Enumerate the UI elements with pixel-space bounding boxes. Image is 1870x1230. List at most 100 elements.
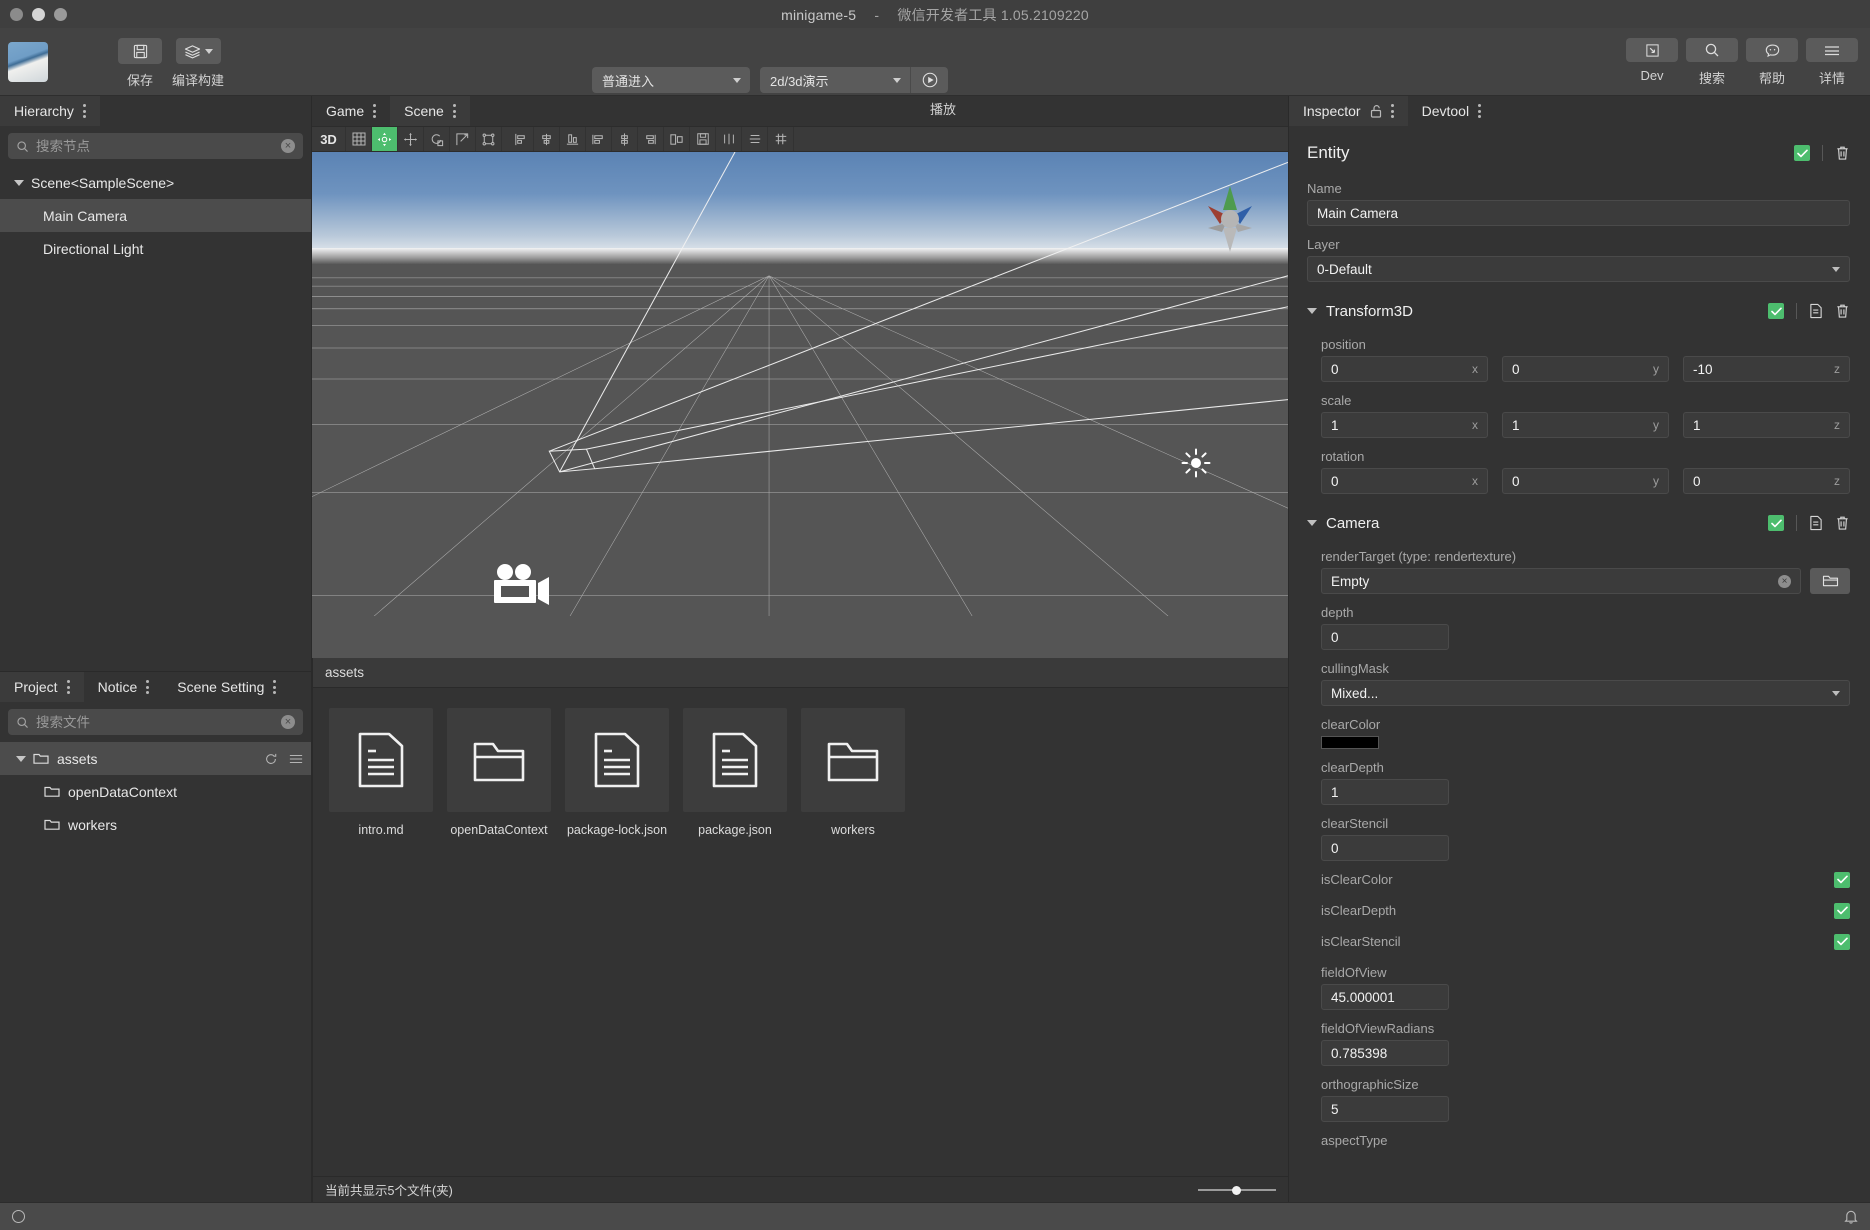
rotation-z-field[interactable]: 0 z xyxy=(1683,468,1850,494)
is-clear-depth-checkbox[interactable] xyxy=(1834,902,1850,919)
scale-z-field[interactable]: 1 z xyxy=(1683,412,1850,438)
tree-node-scene[interactable]: Scene<SampleScene> xyxy=(0,166,311,199)
project-search[interactable]: × xyxy=(8,709,303,735)
entity-layer-select[interactable]: 0-Default xyxy=(1307,256,1850,282)
clear-stencil-field[interactable]: 0 xyxy=(1321,835,1449,861)
chevron-down-icon[interactable] xyxy=(1307,520,1317,526)
project-node-assets[interactable]: assets xyxy=(0,742,311,775)
rect-transform-icon[interactable] xyxy=(476,127,502,151)
entity-name-field[interactable]: Main Camera xyxy=(1307,200,1850,226)
asset-item[interactable]: openDataContext xyxy=(447,708,551,837)
entry-mode-select[interactable]: 普通进入 xyxy=(592,67,750,93)
align-bottom-edge-icon[interactable] xyxy=(560,127,586,151)
browse-render-target-button[interactable] xyxy=(1810,568,1850,594)
chevron-down-icon[interactable] xyxy=(14,179,24,186)
help-button[interactable]: 帮助 xyxy=(1746,38,1798,87)
camera-doc-icon[interactable] xyxy=(1809,515,1823,531)
tree-node-main-camera[interactable]: Main Camera xyxy=(0,199,311,232)
hierarchy-search[interactable]: × xyxy=(8,133,303,159)
save-button[interactable]: 保存 xyxy=(118,38,162,89)
hamburger-icon[interactable] xyxy=(289,753,303,765)
delete-transform-icon[interactable] xyxy=(1835,303,1850,319)
rotation-y-field[interactable]: 0 y xyxy=(1502,468,1669,494)
clear-icon[interactable]: × xyxy=(281,139,295,153)
align-left-edge-icon[interactable] xyxy=(508,127,534,151)
is-clear-color-checkbox[interactable] xyxy=(1834,871,1850,888)
grid-toggle-icon[interactable] xyxy=(346,127,372,151)
scale-y-field[interactable]: 1 y xyxy=(1502,412,1669,438)
clear-color-swatch[interactable] xyxy=(1321,736,1379,749)
position-y-field[interactable]: 0 y xyxy=(1502,356,1669,382)
lock-icon[interactable] xyxy=(1370,104,1382,118)
devtool-menu-icon[interactable] xyxy=(1478,104,1482,118)
position-x-field[interactable]: 0 x xyxy=(1321,356,1488,382)
hierarchy-menu-icon[interactable] xyxy=(82,104,86,118)
tab-scene-setting[interactable]: Scene Setting xyxy=(163,672,290,702)
align-center-vertical-icon[interactable] xyxy=(612,127,638,151)
delete-camera-icon[interactable] xyxy=(1835,515,1850,531)
search-button[interactable]: 搜索 xyxy=(1686,38,1738,87)
camera-icon[interactable] xyxy=(492,563,550,605)
transform-doc-icon[interactable] xyxy=(1809,303,1823,319)
tab-scene[interactable]: Scene xyxy=(390,96,470,126)
asset-item[interactable]: workers xyxy=(801,708,905,837)
rows-icon[interactable] xyxy=(742,127,768,151)
move-gizmo-icon[interactable] xyxy=(372,127,398,151)
rotate-gizmo-icon[interactable] xyxy=(424,127,450,151)
axis-gizmo[interactable] xyxy=(1194,180,1266,258)
asset-item[interactable]: intro.md xyxy=(329,708,433,837)
bell-icon[interactable] xyxy=(1844,1209,1858,1224)
orthographic-size-field[interactable]: 5 xyxy=(1321,1096,1449,1122)
hierarchy-search-input[interactable] xyxy=(36,138,274,154)
play-button[interactable] xyxy=(910,67,948,93)
toggle-3d-button[interactable]: 3D xyxy=(312,127,346,151)
transform-enabled-checkbox[interactable] xyxy=(1768,303,1784,319)
depth-field[interactable]: 0 xyxy=(1321,624,1449,650)
scene-viewport[interactable] xyxy=(312,152,1288,658)
tree-node-directional-light[interactable]: Directional Light xyxy=(0,232,311,265)
scene-select[interactable]: 2d/3d演示 xyxy=(760,67,910,93)
clear-icon[interactable]: × xyxy=(281,715,295,729)
details-button[interactable]: 详情 xyxy=(1806,38,1858,87)
tab-devtool[interactable]: Devtool xyxy=(1408,96,1495,126)
grid-snap-icon[interactable] xyxy=(768,127,794,151)
chevron-down-icon[interactable] xyxy=(1307,308,1317,314)
culling-mask-select[interactable]: Mixed... xyxy=(1321,680,1850,706)
field-of-view-field[interactable]: 45.000001 xyxy=(1321,984,1449,1010)
render-target-field[interactable]: Empty × xyxy=(1321,568,1801,594)
scale-x-field[interactable]: 1 x xyxy=(1321,412,1488,438)
game-menu-icon[interactable] xyxy=(373,104,377,118)
columns-icon[interactable] xyxy=(716,127,742,151)
project-menu-icon[interactable] xyxy=(66,680,70,694)
align-left-icon[interactable] xyxy=(586,127,612,151)
scene-setting-menu-icon[interactable] xyxy=(273,680,277,694)
entity-enabled-checkbox[interactable] xyxy=(1794,145,1810,161)
position-z-field[interactable]: -10 z xyxy=(1683,356,1850,382)
rotation-x-field[interactable]: 0 x xyxy=(1321,468,1488,494)
dev-button[interactable]: Dev xyxy=(1626,38,1678,87)
notice-menu-icon[interactable] xyxy=(146,680,150,694)
project-node-opendatacontext[interactable]: openDataContext xyxy=(0,775,311,808)
align-center-horizontal-icon[interactable] xyxy=(534,127,560,151)
refresh-icon[interactable] xyxy=(264,752,278,766)
tab-inspector[interactable]: Inspector xyxy=(1289,96,1408,126)
asset-item[interactable]: package.json xyxy=(683,708,787,837)
tab-hierarchy[interactable]: Hierarchy xyxy=(0,96,100,126)
field-of-view-radians-field[interactable]: 0.785398 xyxy=(1321,1040,1449,1066)
sun-icon[interactable] xyxy=(1180,447,1212,479)
pan-gizmo-icon[interactable] xyxy=(398,127,424,151)
project-node-workers[interactable]: workers xyxy=(0,808,311,841)
distribute-icon[interactable] xyxy=(664,127,690,151)
save-layout-icon[interactable] xyxy=(690,127,716,151)
slider-knob[interactable] xyxy=(1232,1185,1242,1195)
delete-entity-icon[interactable] xyxy=(1835,145,1850,161)
clear-icon[interactable]: × xyxy=(1778,575,1791,588)
tab-project[interactable]: Project xyxy=(0,672,84,702)
align-right-icon[interactable] xyxy=(638,127,664,151)
asset-item[interactable]: package-lock.json xyxy=(565,708,669,837)
tab-game[interactable]: Game xyxy=(312,96,390,126)
scale-gizmo-icon[interactable] xyxy=(450,127,476,151)
is-clear-stencil-checkbox[interactable] xyxy=(1834,933,1850,950)
chevron-down-icon[interactable] xyxy=(16,755,26,762)
thumbnail-size-slider[interactable] xyxy=(1198,1183,1276,1197)
